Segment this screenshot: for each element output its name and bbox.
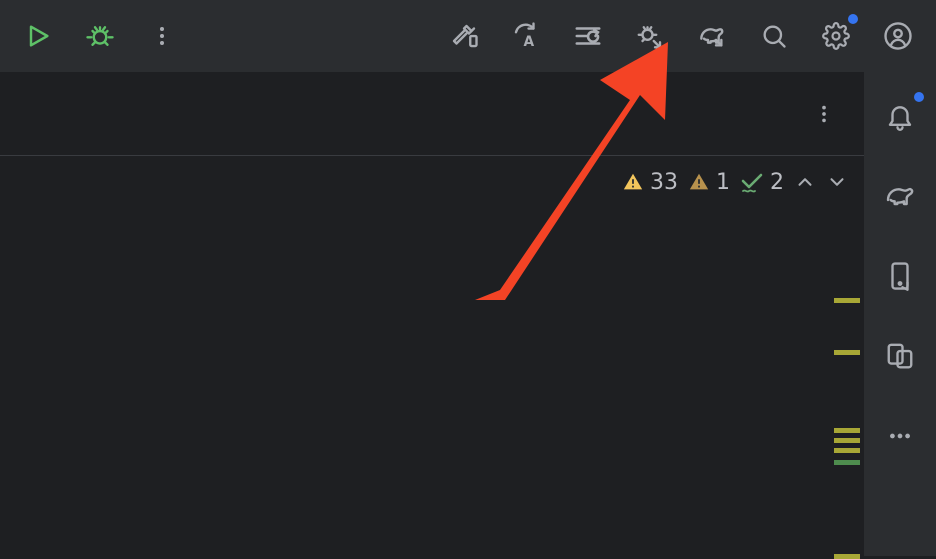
marker[interactable]: [834, 350, 860, 355]
error-stripe[interactable]: [828, 212, 864, 556]
device-manager-button[interactable]: [876, 252, 924, 300]
gear-icon: [822, 22, 850, 50]
user-circle-icon: [883, 21, 913, 51]
warning-icon: [622, 171, 644, 193]
editor-more-button[interactable]: [806, 96, 842, 132]
hammer-icon: [449, 21, 479, 51]
weak-warning-count: 1: [716, 170, 730, 195]
weak-warning-icon: [688, 171, 710, 193]
build-button[interactable]: [440, 12, 488, 60]
debug-button[interactable]: [76, 12, 124, 60]
kebab-icon: [150, 24, 174, 48]
notifications-button[interactable]: [876, 92, 924, 140]
device-icon: [885, 261, 915, 291]
play-icon: [24, 22, 52, 50]
list-restart-icon: [573, 21, 603, 51]
top-toolbar: A: [0, 0, 936, 72]
bug-arrow-icon: [635, 21, 665, 51]
kebab-icon: [813, 103, 835, 125]
account-button[interactable]: [874, 12, 922, 60]
running-devices-button[interactable]: [876, 332, 924, 380]
bell-icon: [885, 101, 915, 131]
marker[interactable]: [834, 460, 860, 465]
sync-icon: A: [511, 21, 541, 51]
svg-text:A: A: [524, 34, 535, 50]
right-strip-more-button[interactable]: [876, 412, 924, 460]
elephant-shrink-icon: [696, 20, 728, 52]
editor-area: 33 1 2: [0, 72, 864, 556]
bug-icon: [85, 21, 115, 51]
prev-highlight-button[interactable]: [794, 171, 816, 193]
marker[interactable]: [834, 298, 860, 303]
right-tool-strip: [864, 72, 936, 556]
marker[interactable]: [834, 438, 860, 443]
elephant-icon: [884, 180, 916, 212]
inspection-widget[interactable]: 33 1 2: [0, 156, 864, 208]
format-button[interactable]: [564, 12, 612, 60]
typo-check-icon: [740, 171, 764, 193]
gradle-elephant-button[interactable]: [688, 12, 736, 60]
marker[interactable]: [834, 554, 860, 559]
meatballs-icon: [887, 423, 913, 449]
warnings-item[interactable]: 33: [622, 170, 678, 195]
marker[interactable]: [834, 448, 860, 453]
marker[interactable]: [834, 428, 860, 433]
chevron-up-icon: [794, 171, 816, 193]
search-button[interactable]: [750, 12, 798, 60]
editor-header: [0, 72, 864, 156]
gradle-toolwindow-button[interactable]: [876, 172, 924, 220]
notification-dot: [914, 92, 924, 102]
more-run-button[interactable]: [138, 12, 186, 60]
typos-item[interactable]: 2: [740, 170, 784, 195]
run-button[interactable]: [14, 12, 62, 60]
chevron-down-icon: [826, 171, 848, 193]
settings-update-dot: [848, 14, 858, 24]
next-highlight-button[interactable]: [826, 171, 848, 193]
attach-debugger-button[interactable]: [626, 12, 674, 60]
settings-button[interactable]: [812, 12, 860, 60]
search-icon: [760, 22, 788, 50]
weak-warnings-item[interactable]: 1: [688, 170, 730, 195]
typo-count: 2: [770, 170, 784, 195]
devices-stack-icon: [885, 341, 915, 371]
sync-button[interactable]: A: [502, 12, 550, 60]
warning-count: 33: [650, 170, 678, 195]
